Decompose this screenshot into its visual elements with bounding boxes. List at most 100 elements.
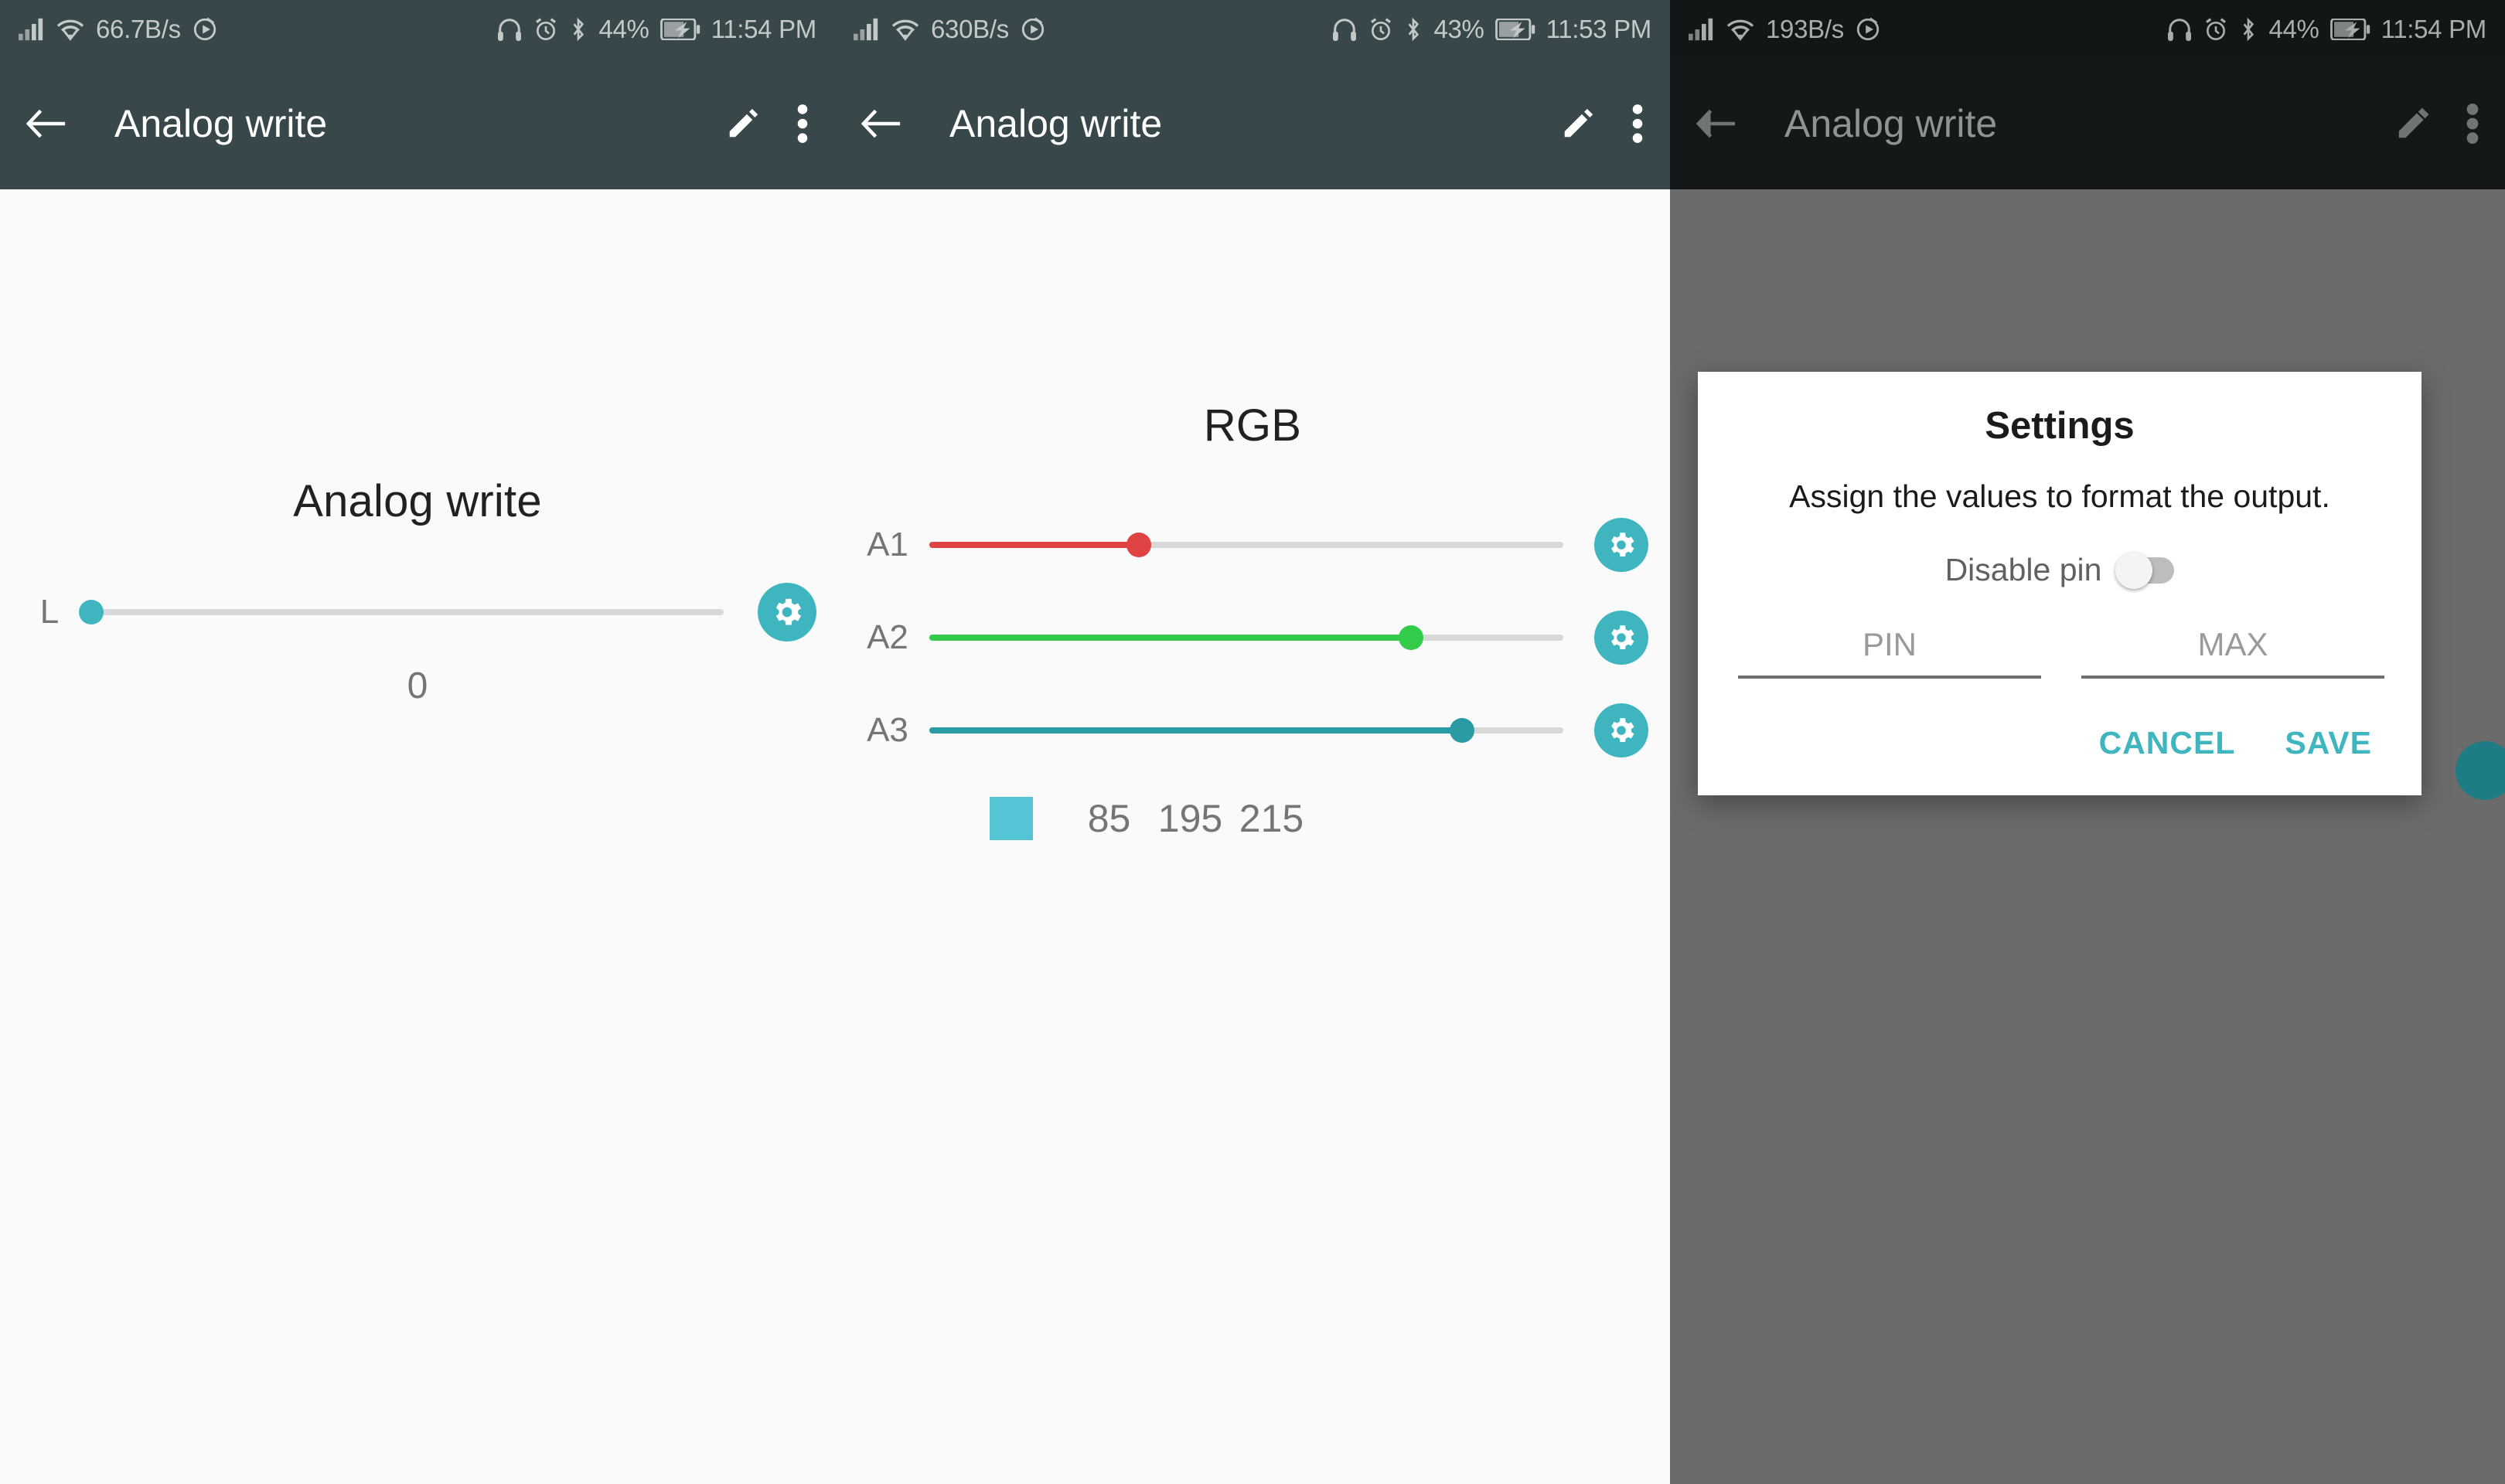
slider-label-a3: A3: [867, 711, 908, 749]
slider-a3[interactable]: [929, 709, 1563, 752]
wifi-icon: [56, 18, 85, 41]
slider-a2[interactable]: [929, 616, 1563, 659]
battery-percent-1: 44%: [598, 14, 649, 43]
app-bar-title-1: Analog write: [114, 102, 328, 145]
slider-track: [91, 609, 724, 615]
app-bar-2: Analog write: [835, 58, 1670, 189]
app-bar-title-3: Analog write: [1784, 102, 1998, 145]
slider-fill: [929, 542, 1139, 548]
slider-thumb[interactable]: [1399, 625, 1424, 650]
pin-input[interactable]: [1738, 625, 2041, 679]
slider-L[interactable]: [79, 591, 724, 634]
rgb-value-red: 85: [1087, 797, 1131, 840]
clock-2: 11:53 PM: [1546, 14, 1652, 43]
phone-screen-1: 66.7B/s 44% 11:54 PM Analog write Analog…: [0, 0, 835, 1484]
phone-screen-3: 193B/s 44% 11:54 PM Analog write Setting…: [1670, 0, 2505, 1484]
app-bar-title-2: Analog write: [949, 102, 1163, 145]
status-bar-1: 66.7B/s 44% 11:54 PM: [0, 0, 835, 58]
status-left-group-2: 630B/s: [854, 15, 1046, 44]
status-right-group-3: 44% 11:54 PM: [2166, 15, 2486, 44]
rgb-slider-list: A1 A2 A3: [835, 518, 1670, 757]
screen-body-1: Analog write L 0: [0, 475, 835, 1484]
wifi-icon: [891, 18, 920, 41]
settings-dialog: Settings Assign the values to format the…: [1698, 372, 2422, 795]
battery-charging-icon: [659, 18, 700, 40]
battery-charging-icon: [2329, 18, 2370, 40]
more-vert-icon[interactable]: [796, 104, 809, 144]
slider-fill: [929, 635, 1412, 641]
alarm-icon: [2203, 17, 2228, 42]
slider-fill: [929, 727, 1462, 733]
phone-screen-2: 630B/s 43% 11:53 PM Analog write RGB A1 …: [835, 0, 1670, 1484]
network-speed-1: 66.7B/s: [96, 14, 181, 43]
slider-thumb[interactable]: [1449, 718, 1474, 743]
dialog-message: Assign the values to format the output.: [1789, 478, 2330, 514]
gear-icon[interactable]: [1594, 703, 1648, 757]
disable-pin-toggle[interactable]: [2115, 551, 2175, 589]
rgb-heading: RGB: [1203, 400, 1302, 451]
signal-icon: [1689, 18, 1715, 41]
rgb-slider-row-a1: A1: [846, 518, 1648, 572]
dimmed-gear-icon: [2456, 741, 2505, 800]
pin-field-wrapper: [1738, 625, 2041, 679]
more-vert-icon[interactable]: [1631, 104, 1644, 144]
headphones-icon: [2166, 18, 2193, 41]
data-saver-icon: [1020, 16, 1046, 43]
status-left-group-3: 193B/s: [1689, 15, 1881, 44]
pencil-icon[interactable]: [2395, 106, 2431, 141]
back-arrow-icon[interactable]: [861, 107, 901, 140]
battery-percent-3: 44%: [2268, 14, 2319, 43]
network-speed-2: 630B/s: [931, 14, 1009, 43]
disable-pin-label: Disable pin: [1944, 552, 2102, 587]
wifi-icon: [1726, 18, 1755, 41]
rgb-value-green: 195: [1157, 797, 1223, 840]
cancel-button[interactable]: CANCEL: [2096, 719, 2239, 768]
headphones-icon: [496, 18, 523, 41]
status-bar-2: 630B/s 43% 11:53 PM: [835, 0, 1670, 58]
multi-screen-collage: 66.7B/s 44% 11:54 PM Analog write Analog…: [0, 0, 2505, 1484]
dialog-actions: CANCEL SAVE: [1738, 719, 2381, 768]
slider-thumb[interactable]: [79, 600, 104, 625]
bluetooth-icon: [569, 17, 588, 42]
data-saver-icon: [192, 16, 218, 43]
alarm-icon: [1368, 17, 1393, 42]
analog-write-slider-row: L: [0, 583, 835, 642]
back-arrow-icon[interactable]: [26, 107, 66, 140]
color-swatch: [990, 797, 1033, 840]
more-vert-icon[interactable]: [2466, 104, 2479, 144]
gear-icon[interactable]: [758, 583, 816, 642]
battery-charging-icon: [1494, 18, 1535, 40]
gear-icon[interactable]: [1594, 518, 1648, 572]
status-right-group-1: 44% 11:54 PM: [496, 15, 816, 44]
slider-thumb[interactable]: [1126, 533, 1151, 557]
network-speed-3: 193B/s: [1766, 14, 1844, 43]
slider-a1[interactable]: [929, 523, 1563, 567]
back-arrow-icon[interactable]: [1696, 107, 1736, 140]
headphones-icon: [1331, 18, 1358, 41]
status-left-group-1: 66.7B/s: [19, 15, 218, 44]
clock-3: 11:54 PM: [2381, 14, 2487, 43]
data-saver-icon: [1855, 16, 1881, 43]
status-right-group-2: 43% 11:53 PM: [1331, 15, 1651, 44]
toggle-knob: [2115, 551, 2153, 589]
bluetooth-icon: [1404, 17, 1423, 42]
rgb-value-blue: 215: [1239, 797, 1304, 840]
rgb-slider-row-a3: A3: [846, 703, 1648, 757]
pencil-icon[interactable]: [725, 106, 761, 141]
signal-icon: [854, 18, 880, 41]
slider-label-a2: A2: [867, 618, 908, 656]
clock-1: 11:54 PM: [711, 14, 817, 43]
rgb-readout: 85 195 215: [835, 796, 1670, 841]
app-bar-3: Analog write: [1670, 58, 2505, 189]
rgb-slider-row-a2: A2: [846, 611, 1648, 665]
gear-icon[interactable]: [1594, 611, 1648, 665]
slider-label-a1: A1: [867, 526, 908, 563]
battery-percent-2: 43%: [1433, 14, 1484, 43]
screen-body-2: RGB A1 A2 A3 85 195 215: [835, 400, 1670, 1484]
app-bar-1: Analog write: [0, 58, 835, 189]
max-input[interactable]: [2081, 625, 2384, 679]
disable-pin-row: Disable pin: [1738, 551, 2381, 589]
pencil-icon[interactable]: [1560, 106, 1596, 141]
max-field-wrapper: [2081, 625, 2384, 679]
save-button[interactable]: SAVE: [2282, 719, 2375, 768]
